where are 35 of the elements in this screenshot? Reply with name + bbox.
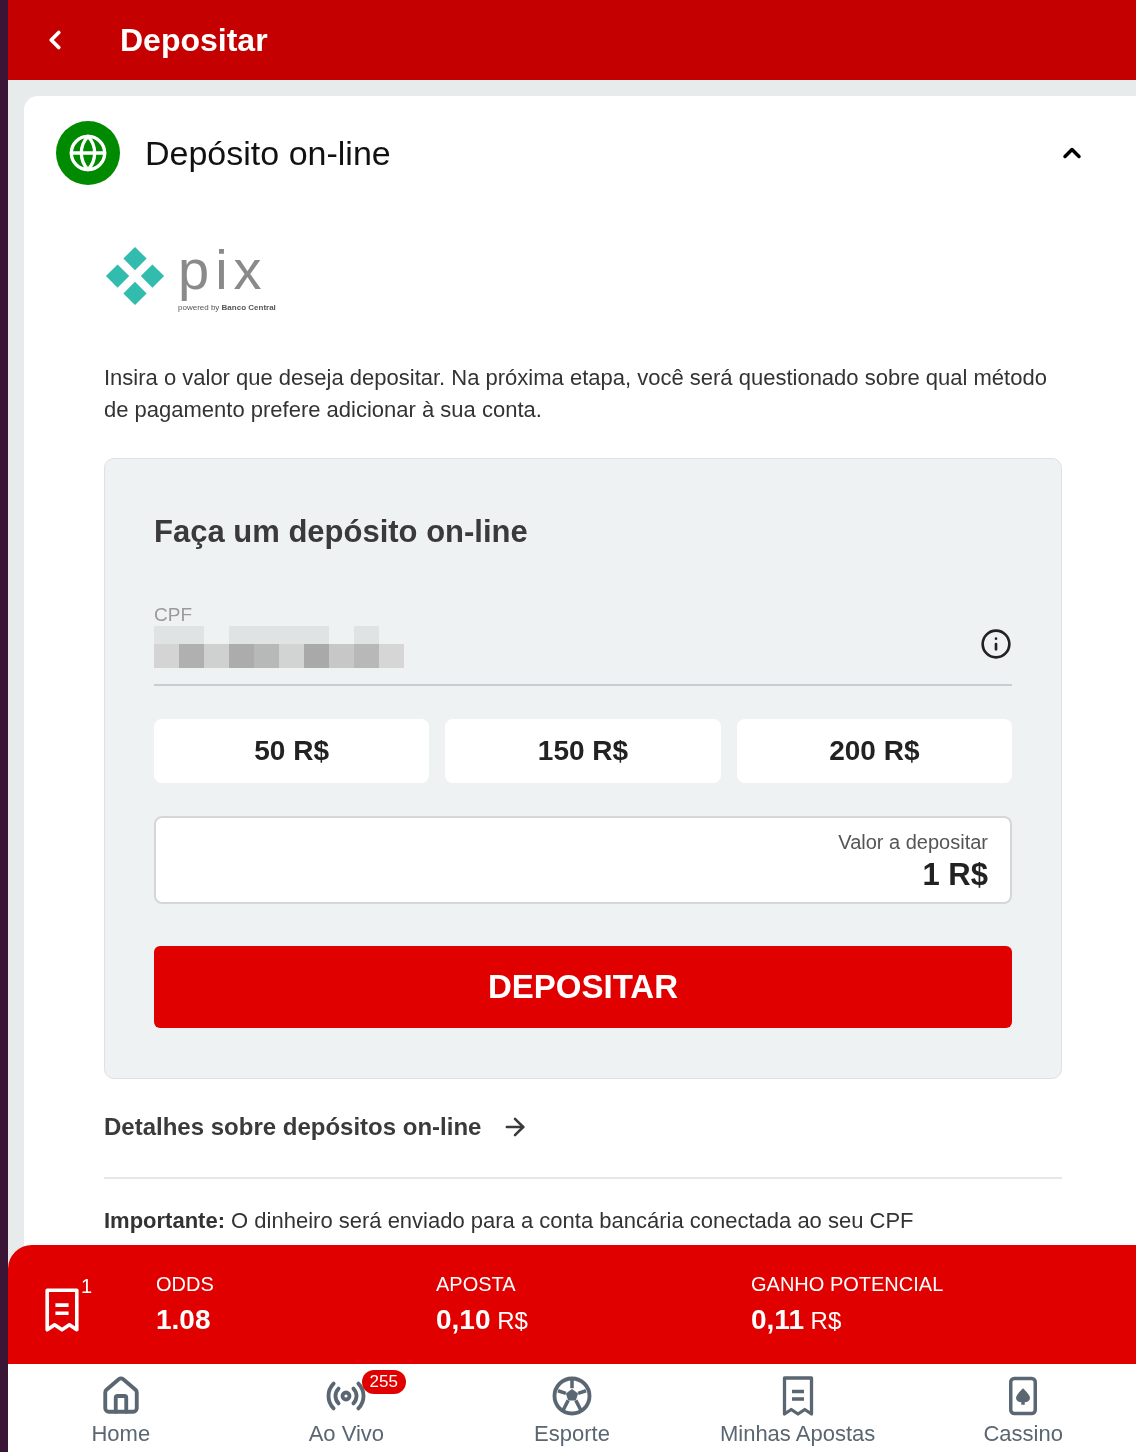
notice-text: Importante: O dinheiro será enviado para a conta bancária conectada ao seu CPF [104,1206,915,1235]
receipt-icon [42,1286,82,1333]
deposit-button[interactable]: DEPOSITAR [154,945,1012,1028]
amount-preset-button[interactable]: 50 R$ [154,718,430,783]
page-title: Depositar [120,21,268,60]
stat-label: ODDS [156,1271,215,1297]
nav-tab[interactable]: Cassino [910,1364,1136,1452]
amount-value: 1 R$ [922,856,988,893]
intro-paragraph: Insira o valor que deseja depositar. Na próxima etapa, você será questionado sobre qual método de pagamento prefere adicionar à sua conta. [104,364,1048,424]
field-label: CPF [154,603,192,626]
info-icon[interactable] [980,627,1012,660]
globe-icon [68,133,108,173]
amount-field[interactable]: Valor a depositar 1 R$ [154,815,1012,904]
stat-label: APOSTA [436,1271,517,1297]
logo-wordmark: pix [178,239,269,301]
bet-count: 1 [80,1273,92,1299]
stat-value: 0,10 R$ [436,1302,529,1337]
amount-preset-button[interactable]: 200 R$ [736,718,1012,783]
stat-value: 0,11 R$ [751,1302,843,1337]
soccer-ball-icon [551,1375,593,1417]
logo-tagline: powered by Banco Central [178,303,276,313]
diamond-logo-icon [104,245,166,307]
section-header[interactable]: Depósito on-line [56,96,1104,210]
nav-tab[interactable]: Ao Vivo 255 [233,1364,460,1452]
nav-tab[interactable]: Minhas Apostas [684,1364,911,1452]
form-title: Faça um depósito on-line [154,513,529,551]
bet-slip-bar[interactable]: 1 ODDS 1.08 APOSTA 0,10 R$ GANHO POTENCIAL 0,11 R$ [8,1245,1136,1364]
stat-value: 1.08 [156,1302,212,1337]
count-badge: 255 [361,1370,406,1394]
nav-tab[interactable]: Esporte [459,1364,685,1452]
stat-label: GANHO POTENCIAL [751,1271,945,1297]
field-label: Valor a depositar [838,829,988,855]
details-link[interactable]: Detalhes sobre depósitos on-line [104,1108,1062,1145]
amount-preset-button[interactable]: 150 R$ [445,718,721,783]
nav-tab[interactable]: Home [8,1364,234,1452]
